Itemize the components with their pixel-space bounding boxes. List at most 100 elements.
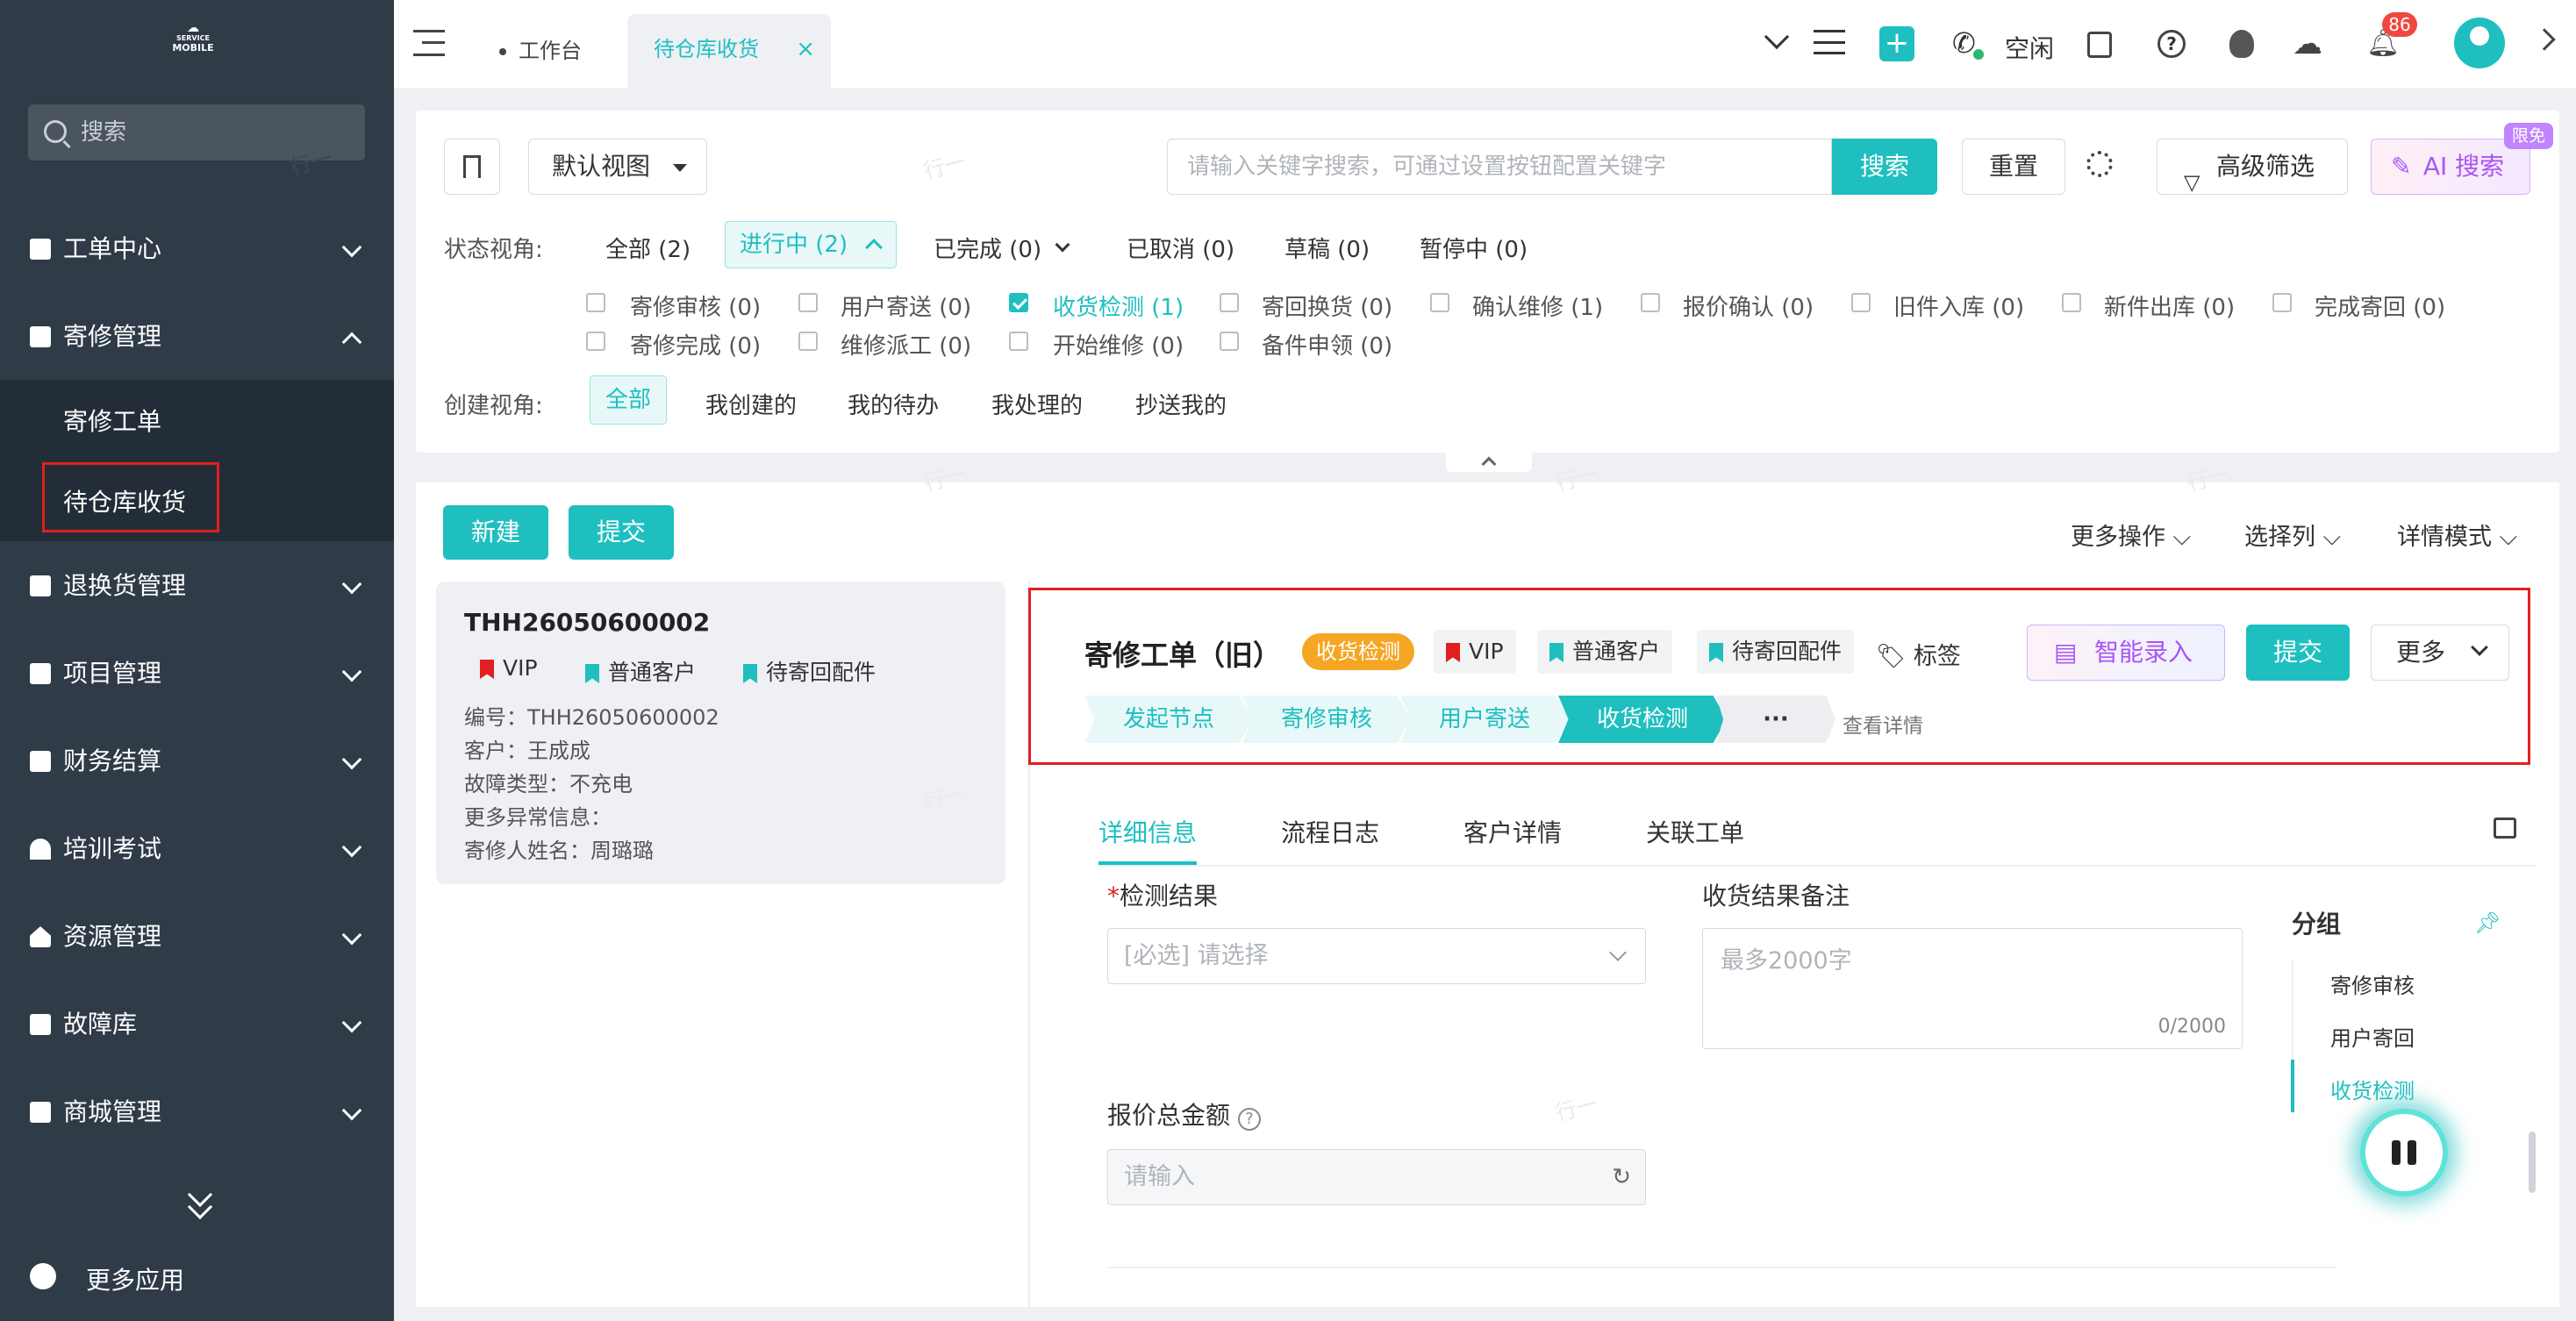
substate-option[interactable]: 寄修审核 (0) [630,289,761,322]
phone-icon[interactable]: ✆ [1952,26,1976,60]
substate-option[interactable]: 报价确认 (0) [1683,289,1814,322]
sidebar-item-finance[interactable]: 财务结算 [0,733,394,789]
list-item[interactable]: THH26050600002 VIP 普通客户 待寄回配件 编号：THH2605… [436,582,1005,884]
more-button[interactable]: 更多 [2371,625,2509,681]
table-layout-icon[interactable] [2494,818,2516,839]
substate-option[interactable]: 旧件入库 (0) [1893,289,2024,322]
checkbox[interactable] [1851,293,1871,312]
sidebar-item-fault[interactable]: 故障库 [0,996,394,1053]
result-select[interactable]: [必选] 请选择 [1107,928,1646,984]
state-cancelled[interactable]: 已取消 (0) [1127,232,1234,264]
checkbox[interactable] [2062,293,2081,312]
flow-step[interactable]: 寄修审核 [1242,696,1411,743]
substate-option[interactable]: 备件申领 (0) [1262,328,1392,361]
pause-recording-button[interactable] [2360,1109,2448,1196]
checkbox[interactable] [1220,332,1239,351]
group-item[interactable]: 用户寄回 [2330,1021,2415,1052]
sidebar-item-mall[interactable]: 商城管理 [0,1084,394,1140]
create-todo[interactable]: 我的待办 [848,388,939,420]
substate-option[interactable]: 完成寄回 (0) [2315,289,2445,322]
state-draft[interactable]: 草稿 (0) [1284,232,1370,264]
substate-option[interactable]: 寄回换货 (0) [1262,289,1392,322]
view-detail-link[interactable]: 查看详情 [1843,709,1923,739]
state-in-progress[interactable]: 进行中 (2) [725,221,897,268]
substate-option[interactable]: 寄修完成 (0) [630,328,761,361]
submit-button[interactable]: 提交 [569,505,674,560]
tab-workbench[interactable]: 工作台 [499,0,582,88]
help-icon[interactable]: ? [1237,1108,1261,1131]
substate-option[interactable]: 用户寄送 (0) [841,289,971,322]
expand-more-icon[interactable] [182,1182,218,1221]
advanced-filter-button[interactable]: ▽ 高级筛选 [2157,139,2348,195]
group-item[interactable]: 寄修审核 [2330,968,2415,999]
checkbox[interactable] [798,293,818,312]
substate-option[interactable]: 收货检测 (1) [1053,289,1184,322]
group-item-active[interactable]: 收货检测 [2330,1074,2415,1104]
reset-button[interactable]: 重置 [1962,139,2065,195]
tab-details[interactable]: 详细信息 [1098,814,1197,849]
view-select[interactable]: 默认视图 [528,139,707,195]
detail-mode-dropdown[interactable]: 详情模式 ⌵ [2397,518,2517,552]
substate-option[interactable]: 确认维修 (1) [1472,289,1603,322]
avatar[interactable] [2454,18,2505,68]
calendar-icon[interactable] [2087,32,2112,58]
detail-submit-button[interactable]: 提交 [2246,625,2350,681]
add-icon[interactable]: + [1879,26,1914,61]
keyword-search-input[interactable]: 请输入关键字搜索，可通过设置按钮配置关键字 [1167,139,1832,195]
flow-step[interactable]: 发起节点 [1084,696,1253,743]
close-icon[interactable]: × [796,14,815,84]
flow-step[interactable]: 用户寄送 [1400,696,1569,743]
checkbox-checked[interactable] [1009,293,1028,312]
flow-step-current[interactable]: 收货检测 [1558,696,1727,743]
checkbox[interactable] [1641,293,1660,312]
status-label[interactable]: 空闲 [2005,30,2054,65]
sidebar-item-workorder[interactable]: 工单中心 [0,221,394,277]
chevron-right-icon[interactable] [2533,28,2556,51]
sidebar-item-repair[interactable]: 寄修管理 [0,309,394,365]
fire-icon[interactable] [2229,30,2254,58]
checkbox[interactable] [1009,332,1028,351]
new-button[interactable]: 新建 [443,505,548,560]
create-mine[interactable]: 我创建的 [705,388,797,420]
sidebar-subitem-repair-order[interactable]: 寄修工单 [63,403,161,438]
create-cc[interactable]: 抄送我的 [1135,388,1227,420]
sidebar-subitem-warehouse-receive[interactable]: 待仓库收货 [63,483,186,518]
scrollbar[interactable] [2529,1132,2536,1193]
create-all[interactable]: 全部 [590,375,667,425]
checkbox[interactable] [1430,293,1449,312]
state-paused[interactable]: 暂停中 (0) [1420,232,1528,264]
chevron-down-icon[interactable] [1761,24,1792,56]
substate-option[interactable]: 新件出库 (0) [2104,289,2235,322]
note-textarea[interactable]: 最多2000字 0/2000 [1702,928,2243,1049]
tab-warehouse-receive[interactable]: 待仓库收货 × [627,14,831,88]
substate-option[interactable]: 维修派工 (0) [841,328,971,361]
sidebar-item-training[interactable]: 培训考试 [0,821,394,877]
pin-icon[interactable]: 📌︎ [2474,910,2501,935]
price-input[interactable]: 请输入 ↻ [1107,1149,1646,1205]
bookmark-button[interactable] [444,139,500,195]
collapse-menu-icon[interactable] [413,30,445,56]
sidebar-item-project[interactable]: 项目管理 [0,646,394,702]
search-button[interactable]: 搜索 [1832,139,1937,195]
settings-gear-icon[interactable] [2086,151,2113,177]
sidebar-item-resource[interactable]: 资源管理 [0,909,394,965]
substate-option[interactable]: 开始维修 (0) [1053,328,1184,361]
state-completed[interactable]: 已完成 (0) [934,232,1070,264]
checkbox[interactable] [798,332,818,351]
help-icon[interactable]: ? [2157,30,2186,58]
tab-customer[interactable]: 客户详情 [1463,814,1562,849]
create-handled[interactable]: 我处理的 [991,388,1083,420]
flow-step-more[interactable]: ··· [1716,696,1835,743]
checkbox[interactable] [586,332,605,351]
cloud-download-icon[interactable]: ☁ [2293,26,2322,61]
sidebar-item-return[interactable]: 退换货管理 [0,558,394,614]
select-columns-dropdown[interactable]: 选择列 ⌵ [2244,518,2341,552]
list-icon[interactable] [1814,30,1845,54]
checkbox[interactable] [1220,293,1239,312]
checkbox[interactable] [2272,293,2292,312]
refresh-icon[interactable]: ↻ [1612,1150,1631,1204]
more-operations-dropdown[interactable]: 更多操作 ⌵ [2071,518,2191,552]
tag-button[interactable]: 🏷︎ 标签 [1876,637,1961,671]
state-all[interactable]: 全部 (2) [605,232,691,264]
checkbox[interactable] [586,293,605,312]
